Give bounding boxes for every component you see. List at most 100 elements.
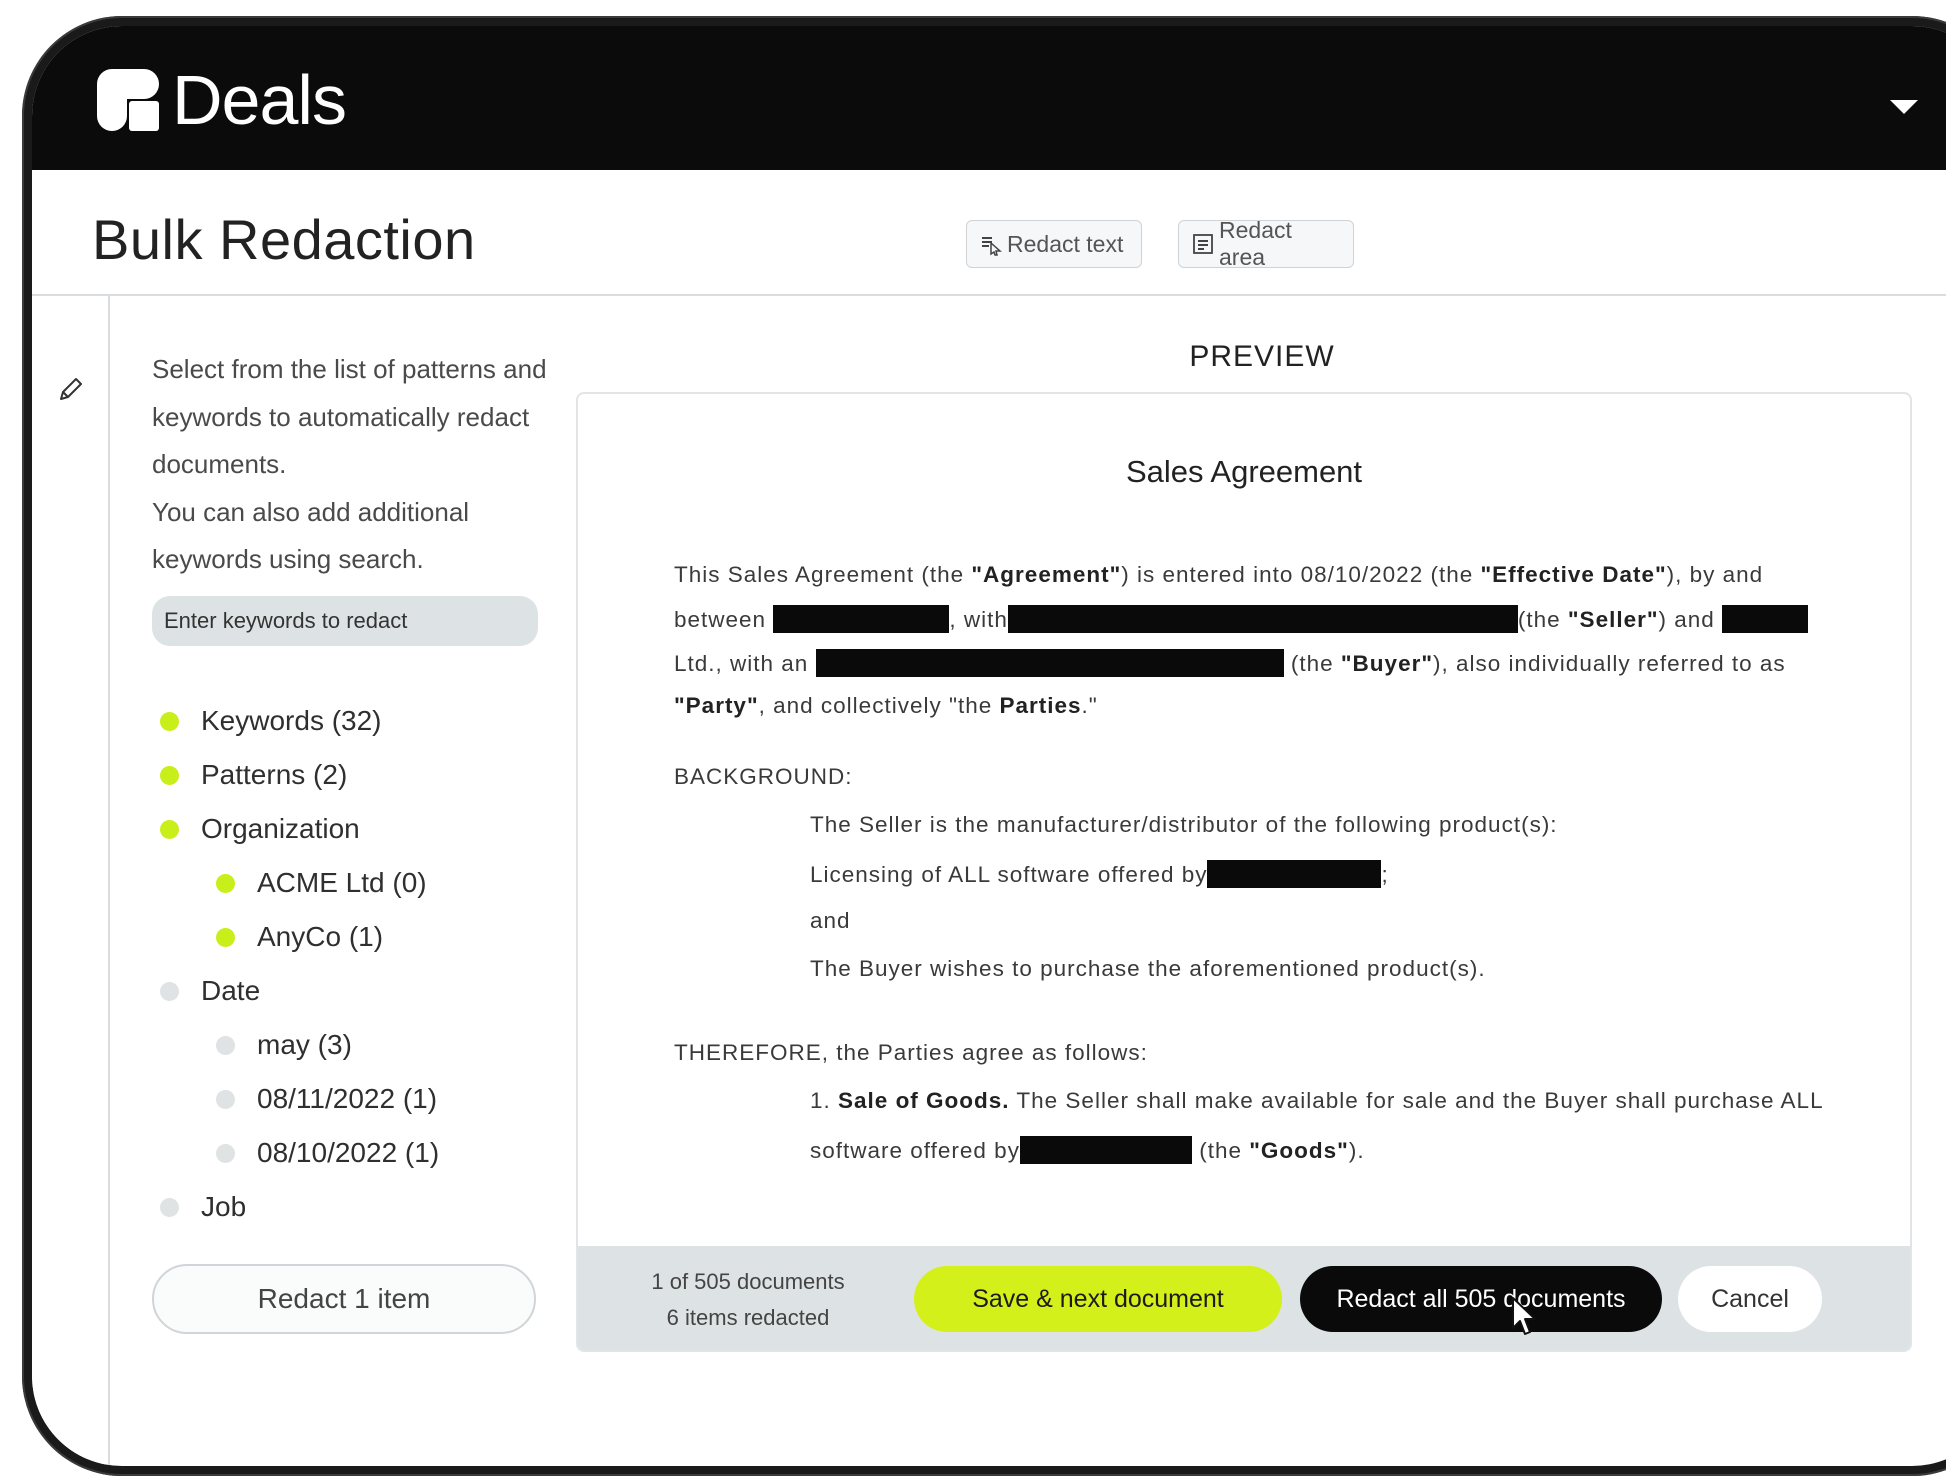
keyword-search-input[interactable]: [152, 596, 538, 646]
save-next-button[interactable]: Save & next document: [914, 1266, 1282, 1332]
status-dot: [160, 711, 179, 731]
doc-text-bold: "Agreement": [971, 562, 1122, 587]
doc-line: between , with (the "Seller") and: [674, 605, 1809, 633]
items-redacted-count: 6 items redacted: [666, 1305, 830, 1330]
device-frame: Deals Bulk Redaction Redact text Redact …: [22, 16, 1946, 1476]
doc-text: ) and: [1658, 607, 1715, 632]
intro-text-2: You can also add additional keywords usi…: [152, 496, 470, 575]
redact-text-icon: [982, 237, 1002, 256]
doc-text: ), also individually referred to as: [1433, 651, 1786, 676]
doc-line: The Seller is the manufacturer/distribut…: [810, 812, 1558, 837]
filter-item[interactable]: Date: [160, 974, 260, 1008]
filter-item[interactable]: Patterns (2): [160, 758, 347, 792]
doc-text-bold: "Effective Date": [1480, 562, 1667, 587]
redaction-bar[interactable]: [1019, 1136, 1192, 1164]
header-divider: [32, 294, 1946, 296]
doc-line: Ltd., with an (the "Buyer"), also indivi…: [674, 649, 1786, 677]
app-title: Deals: [172, 61, 347, 139]
doc-text: , with: [949, 607, 1008, 632]
filter-subitem[interactable]: ACME Ltd (0): [216, 866, 427, 900]
doc-text-bold: Parties: [999, 693, 1082, 718]
doc-text: The Seller shall make available for sale…: [1009, 1088, 1824, 1113]
doc-line: The Buyer wishes to purchase the aforeme…: [810, 956, 1486, 981]
doc-line: and: [810, 908, 851, 933]
redact-item-button[interactable]: Redact 1 item: [152, 1264, 536, 1334]
doc-text-bold: "Seller": [1567, 607, 1659, 632]
document-position: 1 of 505 documents: [651, 1269, 845, 1294]
status-dot: [216, 1089, 235, 1109]
redact-area-label: Redact area: [1219, 217, 1292, 270]
filter-item[interactable]: Organization: [160, 812, 360, 846]
status-dot: [216, 1143, 235, 1163]
doc-text: (the: [1290, 651, 1341, 676]
doc-text: , and collectively "the: [758, 693, 1000, 718]
filter-label: Date: [201, 975, 261, 1006]
status-dot: [216, 873, 235, 893]
doc-text: software offered by: [810, 1138, 1020, 1163]
page-title: Bulk Redaction: [92, 208, 476, 271]
filter-subitem[interactable]: AnyCo (1): [216, 920, 383, 954]
doc-text: 1.: [810, 1088, 839, 1113]
doc-text: ;: [1381, 862, 1389, 887]
doc-line: 1. Sale of Goods. The Seller shall make …: [810, 1088, 1824, 1114]
redaction-bar[interactable]: [773, 605, 950, 633]
doc-text: (the: [1191, 1138, 1250, 1163]
filter-label: Organization: [201, 813, 360, 844]
app-screen: Deals Bulk Redaction Redact text Redact …: [32, 26, 1946, 1466]
section-heading: BACKGROUND:: [674, 764, 853, 789]
document-title: Sales Agreement: [1125, 454, 1363, 489]
redact-area-button[interactable]: Redact area: [1178, 217, 1354, 270]
filter-label: ACME Ltd (0): [257, 867, 427, 898]
doc-text: Ltd., with an: [674, 651, 809, 676]
status-dot: [160, 765, 179, 785]
cursor-icon: [1512, 1297, 1536, 1335]
filter-label: 08/11/2022 (1): [257, 1083, 438, 1114]
preview-footer: 1 of 505 documents 6 items redacted Save…: [578, 1246, 1910, 1350]
status-dot: [160, 981, 179, 1001]
filter-label: Job: [201, 1191, 247, 1222]
redact-area-icon: [1193, 234, 1213, 254]
chevron-down-icon[interactable]: [1890, 100, 1918, 114]
redact-text-button[interactable]: Redact text: [966, 220, 1142, 268]
pencil-icon[interactable]: [56, 374, 86, 404]
sidebar-intro: Select from the list of patterns and key…: [152, 346, 552, 584]
redact-all-button[interactable]: Redact all 505 documents: [1300, 1266, 1662, 1332]
left-rail: [32, 296, 110, 1466]
redaction-bar[interactable]: [1007, 605, 1518, 633]
doc-text: between: [674, 607, 767, 632]
redaction-bar[interactable]: [1207, 860, 1382, 888]
document-counter: 1 of 505 documents 6 items redacted: [638, 1264, 858, 1336]
doc-text: .": [1081, 693, 1098, 718]
section-heading: THEREFORE, the Parties agree as follows:: [674, 1040, 1148, 1065]
logo-icon: [97, 69, 159, 131]
filter-label: Keywords (32): [201, 705, 382, 736]
doc-text: This Sales Agreement (the: [674, 562, 972, 587]
filter-subitem[interactable]: may (3): [216, 1028, 352, 1062]
doc-text: ) is entered into 08/10/2022 (the: [1121, 562, 1481, 587]
intro-text-1: Select from the list of patterns and key…: [152, 354, 547, 479]
filter-label: Patterns (2): [201, 759, 348, 790]
filter-subitem[interactable]: 08/10/2022 (1): [216, 1136, 439, 1170]
doc-text: ), by and: [1666, 562, 1764, 587]
status-dot: [160, 1197, 179, 1217]
cancel-button[interactable]: Cancel: [1678, 1266, 1822, 1332]
doc-text: ).: [1348, 1138, 1365, 1163]
filter-item[interactable]: Keywords (32): [160, 704, 382, 738]
top-bar: Deals: [32, 26, 1946, 170]
doc-line: This Sales Agreement (the "Agreement") i…: [674, 562, 1763, 588]
doc-line: Licensing of ALL software offered by;: [810, 860, 1389, 888]
preview-label: PREVIEW: [1189, 340, 1335, 373]
filter-label: AnyCo (1): [257, 921, 384, 952]
redact-text-label: Redact text: [1007, 230, 1124, 257]
filter-item[interactable]: Job: [160, 1190, 246, 1224]
preview-panel: Sales Agreement This Sales Agreement (th…: [576, 392, 1912, 1352]
doc-text-bold: "Buyer": [1340, 651, 1434, 676]
redaction-bar[interactable]: [815, 649, 1284, 677]
status-dot: [216, 1035, 235, 1055]
redaction-bar[interactable]: [1722, 605, 1809, 633]
doc-text: Licensing of ALL software offered by: [810, 862, 1208, 887]
doc-line: software offered by (the "Goods").: [810, 1136, 1365, 1164]
doc-line: "Party", and collectively "the Parties.": [674, 693, 1098, 719]
filter-subitem[interactable]: 08/11/2022 (1): [216, 1082, 437, 1116]
doc-text-bold: "Party": [674, 693, 759, 718]
